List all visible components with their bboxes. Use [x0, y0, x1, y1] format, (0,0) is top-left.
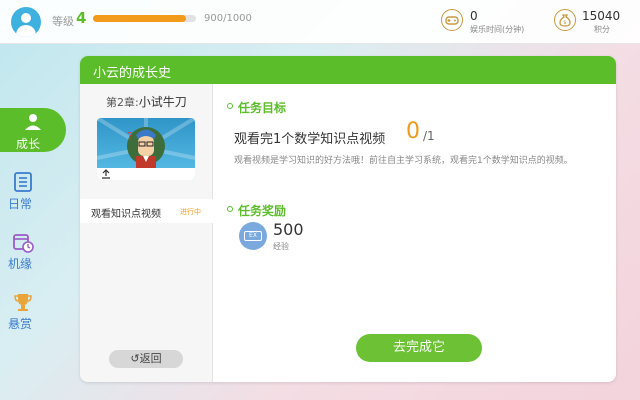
wechat-icon [484, 357, 502, 372]
exp-progress-fill [93, 15, 186, 22]
svg-text:$: $ [563, 20, 566, 26]
task-status-badge: 进行中 [180, 208, 201, 216]
level-value: 4 [76, 9, 87, 27]
chapter-heading: 第2章:小试牛刀 [106, 93, 187, 110]
back-button[interactable]: ↺返回 [109, 350, 183, 368]
avatar-head [21, 13, 31, 23]
panel-header: 小云的成长史 [80, 56, 616, 84]
points-value: 15040 [582, 9, 621, 23]
goal-section-title: 任务目标 [238, 101, 287, 115]
avatar[interactable] [11, 7, 41, 37]
tab-daily[interactable]: 日常 [2, 168, 68, 212]
chapter-prefix: 第2章: [106, 96, 139, 109]
goal-text: 观看完1个数学知识点视频 [234, 132, 386, 147]
play-time-value: 0 [470, 9, 478, 23]
gamepad-icon [441, 9, 463, 31]
panel-title: 小云的成长史 [93, 66, 172, 81]
top-bar: 等级 4 900/1000 0 娱乐时间(分钟) $ 15040 积分 [0, 0, 640, 44]
task-name: 观看知识点视频 [91, 209, 161, 220]
exp-progress-bar [93, 15, 196, 22]
list-icon [12, 171, 34, 193]
task-list-item[interactable]: 观看知识点视频 进行中 [80, 199, 213, 223]
task-description: 观看视频是学习知识的好方法哦！前往自主学习系统，观看完1个数学知识点的视频。 [234, 156, 573, 166]
calendar-clock-icon [12, 231, 34, 253]
person-icon [22, 111, 44, 133]
chapter-thumbnail[interactable]: ? [97, 118, 195, 180]
reward-section-title: 任务奖励 [238, 204, 287, 218]
money-bag-icon: $ [554, 9, 576, 31]
chapter-name: 小试牛刀 [138, 95, 187, 109]
tab-reward-label: 悬赏 [8, 317, 33, 331]
growth-panel: 小云的成长史 第2章:小试牛刀 ? 观看知识点视频 进行中 ↺返回 任务目标 观… [80, 56, 616, 382]
svg-text:?: ? [127, 130, 133, 143]
points-label: 积分 [594, 25, 610, 34]
reward-bullet-icon [227, 206, 233, 212]
tab-reward[interactable]: 悬赏 [2, 288, 68, 332]
exp-icon-label: EX [244, 231, 262, 241]
tab-daily-label: 日常 [8, 197, 33, 211]
watermark-text: 云帆互联网 [506, 358, 582, 376]
thumbnail-footer [97, 168, 195, 180]
level-label: 等级 [52, 15, 74, 28]
tab-growth-label: 成长 [16, 137, 41, 151]
avatar-body [16, 25, 36, 37]
goal-bullet-icon [227, 103, 233, 109]
upload-icon [102, 169, 110, 179]
goal-progress: 0 [406, 119, 420, 144]
goal-total: /1 [423, 129, 435, 143]
tab-chance[interactable]: 机缘 [2, 228, 68, 272]
chapter-column: 第2章:小试牛刀 ? 观看知识点视频 进行中 ↺返回 [80, 84, 213, 382]
exp-text: 900/1000 [204, 13, 252, 24]
tab-chance-label: 机缘 [8, 257, 33, 271]
tab-growth[interactable]: 成长 [0, 108, 66, 152]
play-time-label: 娱乐时间(分钟) [470, 25, 525, 34]
exp-reward-icon: EX [239, 222, 267, 250]
complete-task-button[interactable]: 去完成它 [356, 334, 482, 362]
reward-unit: 经验 [273, 242, 289, 251]
reward-value: 500 [273, 220, 304, 239]
trophy-icon [12, 291, 34, 313]
